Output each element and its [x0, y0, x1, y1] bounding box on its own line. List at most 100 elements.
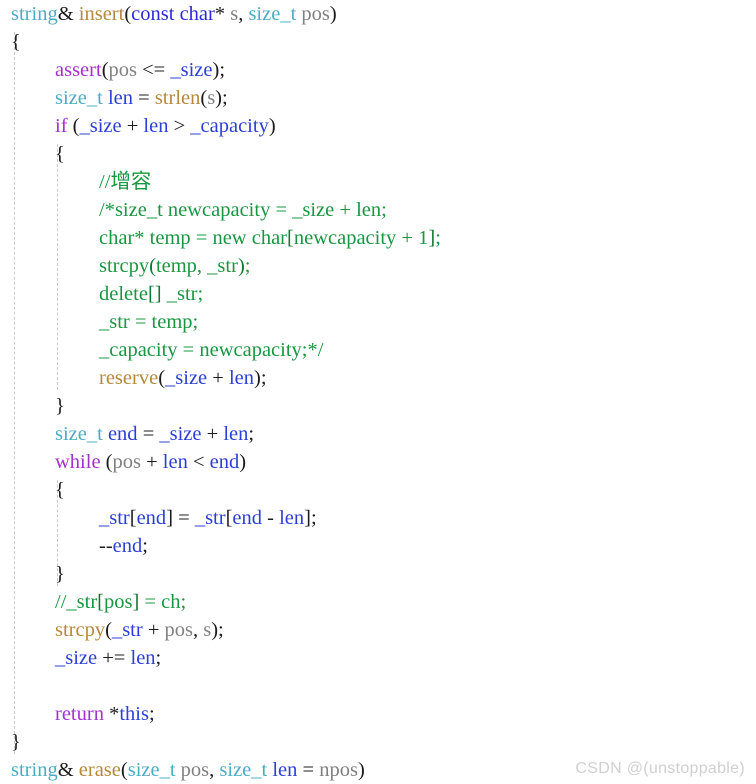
code-line[interactable]: strcpy(temp, _str); — [0, 252, 756, 280]
code-token-fn: strcpy — [55, 619, 106, 641]
code-token-comment: delete — [99, 283, 148, 305]
code-token-comment: = ch; — [139, 591, 187, 613]
code-line[interactable]: //增容 — [0, 168, 756, 196]
code-token-comment: _str — [66, 591, 98, 613]
code-token-param: pos — [108, 59, 137, 81]
code-token-punct: ( — [105, 619, 112, 641]
code-line[interactable]: strcpy(_str + pos, s); — [0, 616, 756, 644]
code-line[interactable]: while (pos + len < end) — [0, 448, 756, 476]
code-line[interactable]: size_t end = _size + len; — [0, 420, 756, 448]
code-token-kw: const — [131, 3, 180, 25]
code-token-param: s — [207, 87, 216, 109]
code-line[interactable]: reserve(_size + len); — [0, 364, 756, 392]
code-token-plain: * — [214, 3, 231, 25]
code-token-punct: ); — [254, 367, 267, 389]
code-line[interactable]: char* temp = new char[newcapacity + 1]; — [0, 224, 756, 252]
code-token-comment: _str = temp; — [99, 311, 199, 333]
code-token-plain: * — [103, 703, 120, 725]
code-line[interactable]: { — [0, 476, 756, 504]
code-line[interactable]: _size += len; — [0, 644, 756, 672]
code-token-param: pos — [301, 3, 330, 25]
code-token-type: size_t — [55, 87, 108, 109]
code-token-punct: ]; — [304, 507, 317, 529]
code-line[interactable]: _capacity = newcapacity;*/ — [0, 336, 756, 364]
code-token-var: _size — [170, 59, 213, 81]
code-token-punct: ); — [212, 59, 226, 81]
code-token-commentb: ( — [149, 255, 156, 277]
code-token-punct: { — [11, 31, 21, 53]
code-token-comment: // — [55, 591, 67, 613]
code-token-plain: = — [133, 87, 155, 109]
code-token-punct: ( — [158, 367, 166, 389]
code-token-ctrl: while — [55, 451, 101, 473]
code-token-type: string — [11, 3, 58, 25]
code-token-param: pos — [180, 759, 210, 781]
code-line[interactable]: return *this; — [0, 700, 756, 728]
code-token-param: pos — [164, 619, 193, 641]
code-token-fn: erase — [78, 759, 121, 781]
code-token-commentb: [ — [97, 591, 104, 613]
code-token-punct: ( — [67, 115, 80, 137]
code-token-plain: & — [57, 759, 79, 781]
code-token-var: end — [136, 507, 167, 529]
code-token-plain: > — [168, 115, 191, 137]
code-line[interactable]: size_t len = strlen(s); — [0, 84, 756, 112]
code-line[interactable]: //_str[pos] = ch; — [0, 588, 756, 616]
code-token-type: size_t — [127, 759, 181, 781]
code-token-var: _str — [111, 619, 143, 641]
code-line[interactable]: /*size_t newcapacity = _size + len; — [0, 196, 756, 224]
code-editor[interactable]: string& insert(const char* s, size_t pos… — [0, 0, 756, 784]
code-line[interactable]: delete[] _str; — [0, 280, 756, 308]
code-token-var: _size — [55, 647, 98, 669]
code-token-plain: += — [97, 647, 131, 669]
code-line[interactable]: assert(pos <= _size); — [0, 56, 756, 84]
code-token-comment: _str; — [161, 283, 204, 305]
code-token-punct: } — [11, 731, 21, 753]
code-token-comment: //增容 — [99, 171, 152, 193]
code-token-punct: { — [55, 479, 65, 501]
code-token-type: string — [11, 759, 58, 781]
code-token-comment: strcpy — [99, 255, 150, 277]
code-token-plain: + — [140, 451, 163, 473]
code-token-var: _size — [79, 115, 122, 137]
code-token-commentb: [] — [147, 283, 162, 305]
code-line[interactable]: { — [0, 140, 756, 168]
code-token-punct: ; — [248, 423, 255, 445]
code-token-var: _size — [159, 423, 202, 445]
code-token-var: _capacity — [190, 115, 269, 137]
code-token-var: end — [232, 507, 263, 529]
code-token-plain: + — [121, 115, 144, 137]
code-token-punct: ] = — [166, 507, 195, 529]
code-line[interactable]: --end; — [0, 532, 756, 560]
code-token-ctrl: if — [55, 115, 68, 137]
code-token-comment: newcapacity + 1 — [293, 227, 429, 249]
code-token-plain: <= — [137, 59, 171, 81]
code-token-ctrl: return — [55, 703, 104, 725]
code-token-param: pos — [112, 451, 141, 473]
code-token-var: len — [272, 759, 298, 781]
code-token-punct: } — [55, 395, 65, 417]
code-token-plain: -- — [99, 535, 113, 557]
code-line[interactable]: string& insert(const char* s, size_t pos… — [0, 0, 756, 28]
code-line[interactable] — [0, 672, 756, 700]
code-token-plain: , — [192, 619, 204, 641]
code-line[interactable]: _str[end] = _str[end - len]; — [0, 504, 756, 532]
code-token-var: this — [119, 703, 149, 725]
code-token-plain: = — [137, 423, 160, 445]
code-content[interactable]: string& insert(const char* s, size_t pos… — [0, 0, 756, 784]
code-line[interactable]: if (_size + len > _capacity) — [0, 112, 756, 140]
code-token-var: _str — [99, 507, 130, 529]
code-token-comment: temp, _str — [155, 255, 238, 277]
code-line[interactable]: _str = temp; — [0, 308, 756, 336]
code-token-param: s — [230, 3, 239, 25]
code-line[interactable]: } — [0, 728, 756, 756]
code-token-var: len — [223, 423, 249, 445]
code-token-param: npos — [319, 759, 358, 781]
code-token-type: size_t — [55, 423, 108, 445]
csdn-watermark: CSDN @(unstoppable) — [575, 760, 745, 777]
code-line[interactable]: } — [0, 560, 756, 588]
code-token-plain: < — [187, 451, 210, 473]
code-token-punct: ( — [120, 759, 128, 781]
code-line[interactable]: } — [0, 392, 756, 420]
code-line[interactable]: { — [0, 28, 756, 56]
